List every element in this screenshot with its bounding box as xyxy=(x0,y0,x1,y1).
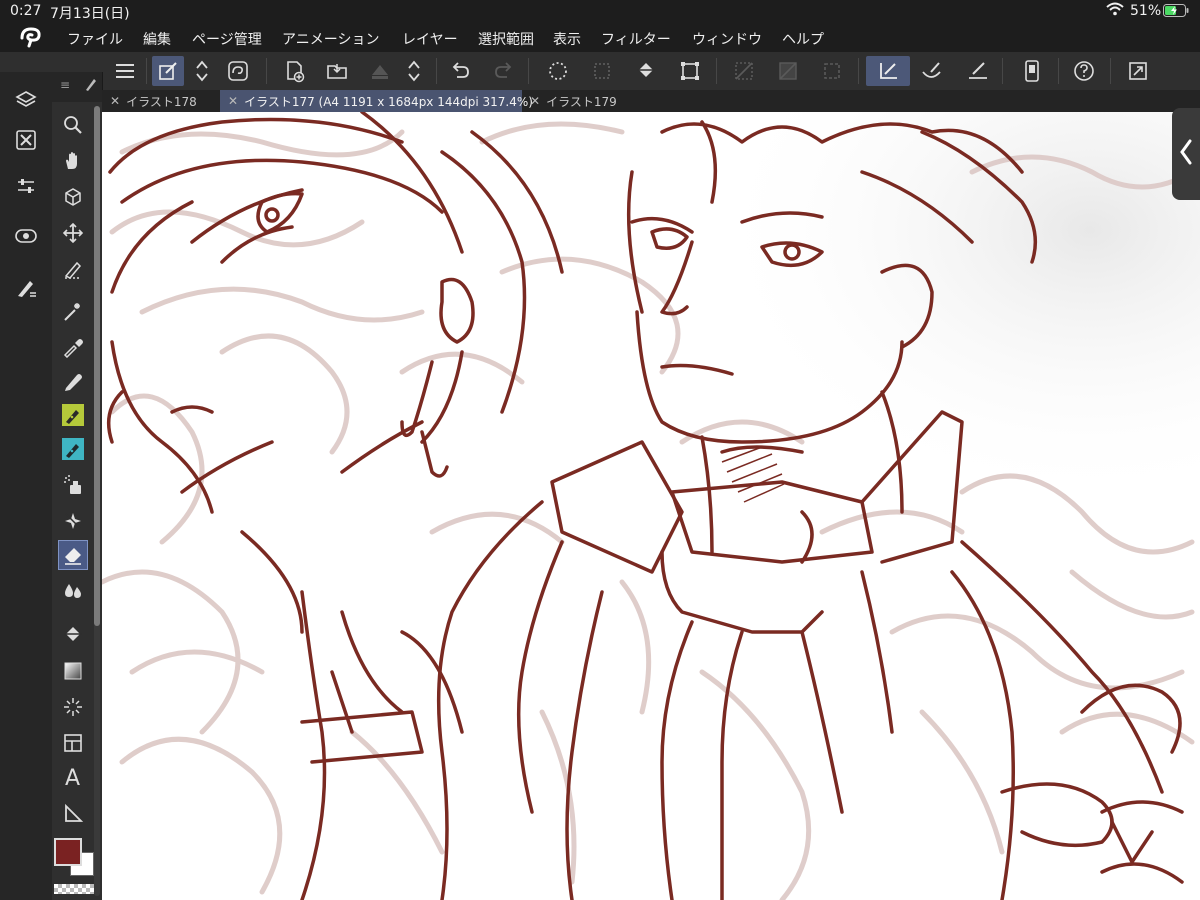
tool-scrollbar-thumb[interactable] xyxy=(94,106,100,626)
app-logo-icon[interactable] xyxy=(18,26,44,52)
move-icon[interactable] xyxy=(58,218,88,248)
document-tabs: ✕ イラスト178 ✕ イラスト177 (A4 1191 x 1684px 14… xyxy=(102,90,1200,112)
snap-ruler-icon[interactable] xyxy=(866,56,910,86)
close-icon[interactable]: ✕ xyxy=(228,94,238,108)
smartphone-connect-icon[interactable] xyxy=(1016,56,1048,86)
tab-illust-179[interactable]: ✕ イラスト179 xyxy=(522,90,642,112)
swap-arrows-icon[interactable] xyxy=(190,56,214,86)
tab-illust-177[interactable]: ✕ イラスト177 (A4 1191 x 1684px 144dpi 317.4… xyxy=(220,90,533,112)
menu-page-management[interactable]: ページ管理 xyxy=(192,29,262,49)
menu-file[interactable]: ファイル xyxy=(67,29,123,49)
menu-view[interactable]: 表示 xyxy=(553,29,581,49)
fill-bucket-icon[interactable] xyxy=(630,56,662,86)
layers-icon[interactable] xyxy=(12,86,40,114)
menu-animation[interactable]: アニメーション xyxy=(282,29,379,49)
panel-toggle-handle[interactable] xyxy=(1172,108,1200,200)
status-bar: 0:27 7月13日(日) 51% xyxy=(0,0,1200,22)
new-file-icon[interactable] xyxy=(278,56,310,86)
clip-studio-icon[interactable] xyxy=(222,56,254,86)
battery-icon xyxy=(1163,4,1189,21)
tab-illust-178[interactable]: ✕ イラスト178 xyxy=(102,90,220,112)
save-options-arrows-icon[interactable] xyxy=(402,56,426,86)
adjustments-icon[interactable] xyxy=(12,172,40,200)
magic-wand-icon[interactable] xyxy=(58,296,88,326)
gradient-icon[interactable] xyxy=(58,656,88,686)
airbrush-icon[interactable] xyxy=(58,470,88,500)
select-all-icon[interactable] xyxy=(586,56,618,86)
operation-icon[interactable] xyxy=(58,254,88,284)
menu-selection[interactable]: 選択範囲 xyxy=(478,29,534,49)
status-time: 0:27 xyxy=(10,3,42,19)
main-color-swatch[interactable] xyxy=(54,838,82,866)
navigator-icon[interactable] xyxy=(12,222,40,250)
svg-text:A: A xyxy=(65,766,80,789)
open-folder-icon[interactable] xyxy=(322,56,354,86)
fullscreen-icon[interactable] xyxy=(1122,56,1154,86)
wifi-icon xyxy=(1106,2,1124,20)
material-icon[interactable] xyxy=(12,126,40,154)
sketch-artwork xyxy=(102,112,1200,900)
drawing-canvas[interactable] xyxy=(102,112,1200,900)
menu-edit[interactable]: 編集 xyxy=(143,29,171,49)
brush-icon[interactable] xyxy=(58,434,88,464)
save-icon[interactable] xyxy=(364,56,396,86)
rotate-view-icon[interactable] xyxy=(58,182,88,212)
palette-menu-icon[interactable]: ≡ xyxy=(60,78,70,92)
sub-tool-icon[interactable] xyxy=(12,274,40,302)
close-icon[interactable]: ✕ xyxy=(530,94,540,108)
command-bar xyxy=(0,52,1200,91)
tool-palette-header: ≡ xyxy=(52,72,102,102)
hand-icon[interactable] xyxy=(58,146,88,176)
clear-layer-icon[interactable] xyxy=(728,56,760,86)
crop-icon[interactable] xyxy=(816,56,848,86)
close-icon[interactable]: ✕ xyxy=(110,94,120,108)
zoom-icon[interactable] xyxy=(58,110,88,140)
redo-icon[interactable] xyxy=(488,56,520,86)
help-icon[interactable] xyxy=(1068,56,1100,86)
decoration-icon[interactable] xyxy=(58,506,88,536)
tool-scrollbar[interactable] xyxy=(94,106,100,896)
menu-hamburger-icon[interactable] xyxy=(110,56,142,86)
undo-icon[interactable] xyxy=(444,56,476,86)
snap-guide-icon[interactable] xyxy=(916,56,948,86)
eraser-icon[interactable] xyxy=(58,540,88,570)
menu-bar: ファイル 編集 ページ管理 アニメーション レイヤー 選択範囲 表示 フィルター… xyxy=(0,22,1200,52)
left-sidebar xyxy=(0,72,53,900)
transform-icon[interactable] xyxy=(674,56,706,86)
menu-help[interactable]: ヘルプ xyxy=(782,29,824,49)
ruler-icon[interactable] xyxy=(58,798,88,828)
tool-palette: ≡ A xyxy=(52,72,103,900)
frame-icon[interactable] xyxy=(58,728,88,758)
tool-settings-icon[interactable] xyxy=(152,56,184,86)
clear-outside-icon[interactable] xyxy=(772,56,804,86)
snap-grid-icon[interactable] xyxy=(962,56,994,86)
clear-selection-icon[interactable] xyxy=(542,56,574,86)
chevron-left-icon xyxy=(1179,138,1193,170)
status-date: 7月13日(日) xyxy=(50,6,130,22)
text-icon[interactable]: A xyxy=(58,762,88,792)
battery-percent: 51% xyxy=(1130,3,1162,19)
pencil-icon[interactable] xyxy=(58,366,88,396)
eyedropper-icon[interactable] xyxy=(58,332,88,362)
menu-window[interactable]: ウィンドウ xyxy=(692,29,762,49)
transparent-color-swatch[interactable] xyxy=(54,884,94,894)
pen-icon[interactable] xyxy=(58,400,88,430)
blend-icon[interactable] xyxy=(58,576,88,606)
menu-layer[interactable]: レイヤー xyxy=(402,29,458,49)
figure-icon[interactable] xyxy=(58,692,88,722)
fill-icon[interactable] xyxy=(58,620,88,650)
palette-brush-icon xyxy=(84,76,98,96)
menu-filter[interactable]: フィルター xyxy=(601,29,671,49)
